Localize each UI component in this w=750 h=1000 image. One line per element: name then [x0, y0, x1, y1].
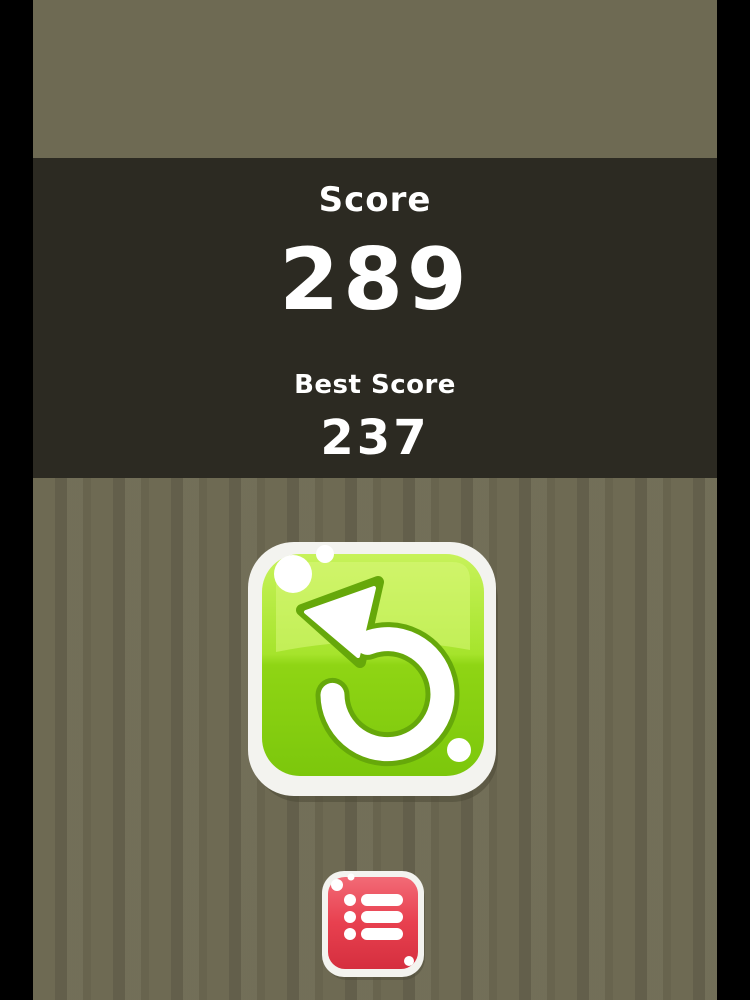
top-band: [33, 0, 717, 158]
replay-button[interactable]: [246, 540, 502, 804]
score-panel: Score 289 Best Score 237: [33, 158, 717, 478]
menu-button[interactable]: [321, 870, 427, 982]
replay-icon: [248, 542, 498, 802]
score-label: Score: [318, 180, 432, 220]
best-score-label: Best Score: [294, 370, 456, 400]
best-score-value: 237: [320, 410, 430, 466]
list-icon: [322, 871, 425, 980]
game-screen: Score 289 Best Score 237: [33, 0, 717, 1000]
score-value: 289: [279, 230, 471, 330]
